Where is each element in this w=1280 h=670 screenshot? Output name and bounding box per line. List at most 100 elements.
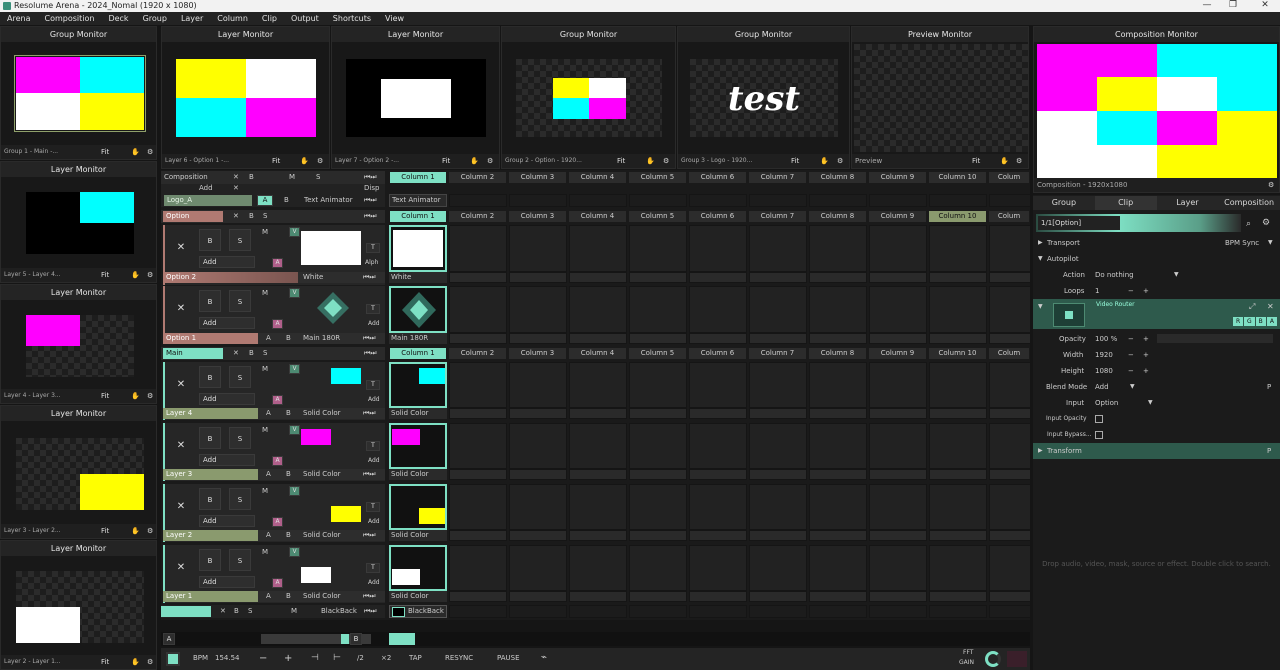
skip-icon[interactable]: ⏮⏭ <box>363 409 376 418</box>
empty-clip-slot[interactable] <box>869 423 927 469</box>
layer-name-tag[interactable]: Layer 1 <box>163 591 258 602</box>
skip-icon[interactable]: ⏮⏭ <box>363 470 376 479</box>
empty-clip-slot[interactable] <box>809 605 867 618</box>
skip-icon[interactable]: ⏮⏭ <box>364 349 377 358</box>
b-button[interactable]: B <box>286 470 291 478</box>
gear-icon[interactable]: ⚙ <box>147 524 153 538</box>
input-bypass-checkbox[interactable] <box>1095 431 1103 439</box>
blue-channel-toggle[interactable]: B <box>1255 317 1266 326</box>
empty-clip-slot[interactable] <box>749 423 807 469</box>
a-button[interactable]: A <box>257 195 273 206</box>
m-button[interactable]: M <box>262 289 268 297</box>
t-button[interactable]: T <box>366 441 380 451</box>
empty-clip-slot[interactable] <box>989 545 1031 591</box>
close-icon[interactable]: ✕ <box>220 607 226 615</box>
empty-clip-slot[interactable] <box>569 605 627 618</box>
opacity-value[interactable]: 100 % <box>1095 331 1117 347</box>
add-label[interactable]: Add <box>368 457 380 464</box>
transport-section[interactable]: ▶ Transport BPM Sync ▼ <box>1033 235 1280 251</box>
empty-clip-slot[interactable] <box>449 286 507 333</box>
skip-icon[interactable]: ⏮⏭ <box>363 531 376 540</box>
empty-clip-slot[interactable] <box>629 545 687 591</box>
s-button[interactable]: S <box>263 212 267 220</box>
column-header[interactable]: Column 7 <box>748 171 807 184</box>
empty-clip-slot[interactable] <box>869 545 927 591</box>
column-header[interactable]: Column 2 <box>448 347 507 360</box>
column-header[interactable]: Column 9 <box>868 210 927 223</box>
t-button[interactable]: T <box>366 304 380 314</box>
column-header[interactable]: Column 1 <box>389 347 447 360</box>
fit-dropdown[interactable]: Fit <box>791 154 799 168</box>
menu-column[interactable]: Column <box>210 12 255 25</box>
minimize-button[interactable]: — <box>1194 0 1220 12</box>
clear-layer-button[interactable]: ✕ <box>171 298 191 320</box>
b-button[interactable]: B <box>286 334 291 342</box>
empty-clip-slot[interactable] <box>749 362 807 408</box>
gear-icon[interactable]: ⚙ <box>487 154 493 168</box>
bypass-button[interactable]: B <box>199 488 221 510</box>
gear-icon[interactable]: ⚙ <box>1262 218 1270 228</box>
search-icon[interactable]: ⌕ <box>1246 219 1251 229</box>
empty-clip-slot[interactable] <box>869 225 927 272</box>
close-button[interactable]: ✕ <box>1252 0 1278 12</box>
metronome-toggle-icon[interactable]: ⌁ <box>541 652 547 663</box>
layer-name-tag[interactable]: Option 1 <box>163 333 258 344</box>
empty-clip-slot[interactable] <box>449 484 507 530</box>
pause-button[interactable]: PAUSE <box>497 654 520 662</box>
a-button[interactable]: A <box>272 319 283 329</box>
add-label[interactable]: Add <box>199 184 213 192</box>
m-button[interactable]: M <box>262 365 268 373</box>
layer-name-tag[interactable]: Option 2 <box>163 272 298 283</box>
empty-clip-slot[interactable] <box>749 225 807 272</box>
param-menu-icon[interactable]: P <box>1267 379 1271 395</box>
v-button[interactable]: V <box>289 227 300 237</box>
empty-clip-slot[interactable] <box>989 605 1031 618</box>
empty-clip-slot[interactable] <box>509 286 567 333</box>
column-header[interactable]: Column 10 <box>928 210 987 223</box>
empty-clip-slot[interactable] <box>569 423 627 469</box>
a-side-button[interactable]: A <box>163 633 175 645</box>
layer-name-tag[interactable]: Layer 4 <box>163 408 258 419</box>
empty-clip-slot[interactable] <box>809 286 867 333</box>
fit-dropdown[interactable]: Fit <box>101 145 109 159</box>
clear-layer-button[interactable]: ✕ <box>171 496 191 518</box>
empty-clip-slot[interactable] <box>629 286 687 333</box>
hand-icon[interactable]: ✋ <box>646 154 655 168</box>
v-button[interactable]: V <box>289 364 300 374</box>
empty-clip-slot[interactable] <box>509 484 567 530</box>
add-dropdown[interactable]: Add <box>199 256 255 268</box>
b-button[interactable]: B <box>249 173 254 181</box>
metronome-icon[interactable] <box>166 652 180 666</box>
action-dropdown[interactable]: Do nothing <box>1095 267 1134 283</box>
m-button[interactable]: M <box>262 548 268 556</box>
hand-icon[interactable]: ✋ <box>131 524 140 538</box>
hand-icon[interactable]: ✋ <box>131 389 140 403</box>
column-header[interactable]: Column 6 <box>688 347 747 360</box>
skip-icon[interactable]: ⏮⏭ <box>364 607 377 616</box>
empty-clip-slot[interactable] <box>929 194 987 207</box>
empty-clip-slot[interactable] <box>809 225 867 272</box>
tap-button[interactable]: TAP <box>409 654 422 662</box>
menu-deck[interactable]: Deck <box>101 12 135 25</box>
clip-cell-active[interactable] <box>389 286 447 333</box>
column-header[interactable]: Column 2 <box>448 210 507 223</box>
column-header[interactable]: Column 10 <box>928 347 987 360</box>
hand-icon[interactable]: ✋ <box>131 655 140 669</box>
loops-increase-button[interactable]: + <box>1143 283 1149 299</box>
empty-clip-slot[interactable] <box>689 286 747 333</box>
empty-clip-slot[interactable] <box>509 423 567 469</box>
empty-clip-slot[interactable] <box>449 545 507 591</box>
resync-button[interactable]: RESYNC <box>445 654 473 662</box>
empty-clip-slot[interactable] <box>989 423 1031 469</box>
column-header[interactable]: Column 9 <box>868 171 927 184</box>
half-tempo-button[interactable]: /2 <box>357 654 364 662</box>
empty-clip-slot[interactable] <box>569 484 627 530</box>
empty-clip-slot[interactable] <box>569 194 627 207</box>
param-menu-icon[interactable]: P <box>1267 443 1271 459</box>
logo-layer-tag[interactable]: Logo_A <box>164 195 252 206</box>
empty-clip-slot[interactable] <box>749 484 807 530</box>
b-button[interactable]: B <box>286 409 291 417</box>
bypass-button[interactable]: B <box>199 549 221 571</box>
transform-effect[interactable]: ▶ Transform P <box>1033 443 1280 459</box>
width-decrease-button[interactable]: − <box>1128 347 1134 363</box>
